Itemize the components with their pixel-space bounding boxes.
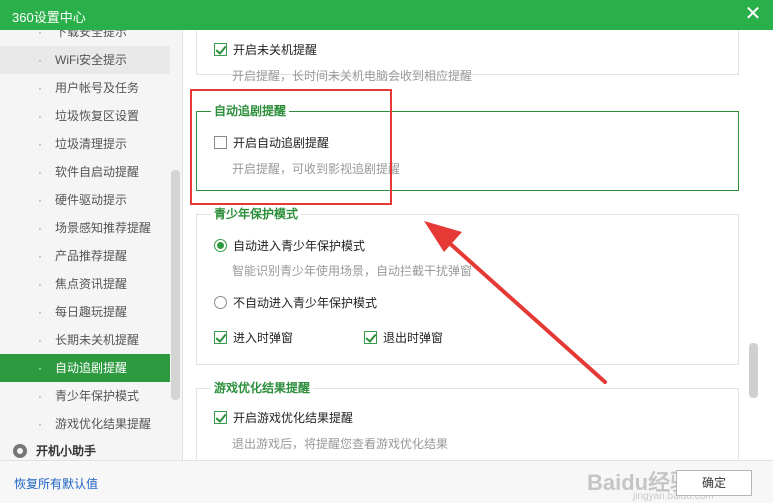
settings-panel: 开启未关机提醒 开启提醒，长时间未关机电脑会收到相应提醒 自动追剧提醒 开启自动… xyxy=(184,30,773,460)
restore-defaults-link[interactable]: 恢复所有默认值 xyxy=(14,475,98,492)
sidebar-item-game-opt[interactable]: 游戏优化结果提醒 xyxy=(0,410,170,438)
sidebar-item-download-safety[interactable]: 下载安全提示 xyxy=(0,30,170,46)
title-bar: 360设置中心 ✕ xyxy=(0,0,773,30)
shutdown-checkbox-row[interactable]: 开启未关机提醒 xyxy=(214,41,317,59)
footer-bar: 恢复所有默认值 Baidu经验 jingyan.baidu.com 确定 xyxy=(0,460,773,503)
sidebar-item-product[interactable]: 产品推荐提醒 xyxy=(0,242,170,270)
popup-enter-checkbox[interactable] xyxy=(214,331,227,344)
shutdown-checkbox-label: 开启未关机提醒 xyxy=(233,43,318,57)
sidebar-item-daily-fun[interactable]: 每日趣玩提醒 xyxy=(0,298,170,326)
sidebar-item-trash-recovery[interactable]: 垃圾恢复区设置 xyxy=(0,102,170,130)
sidebar-item-teen-mode[interactable]: 青少年保护模式 xyxy=(0,382,170,410)
sidebar-item-trash-cleanup[interactable]: 垃圾清理提示 xyxy=(0,130,170,158)
sidebar-item-wifi-safety[interactable]: WiFi安全提示 xyxy=(0,46,170,74)
auto-drama-checkbox[interactable] xyxy=(214,136,227,149)
teen-auto-desc: 智能识别青少年使用场景，自动拦截干扰弹窗 xyxy=(232,264,473,278)
sidebar-item-driver[interactable]: 硬件驱动提示 xyxy=(0,186,170,214)
shutdown-checkbox[interactable] xyxy=(214,43,227,56)
teen-auto-radio[interactable] xyxy=(214,239,227,252)
teen-auto-radio-row[interactable]: 自动进入青少年保护模式 xyxy=(214,237,365,255)
popup-enter-label: 进入时弹窗 xyxy=(233,331,294,345)
sidebar-item-scene[interactable]: 场景感知推荐提醒 xyxy=(0,214,170,242)
window-title: 360设置中心 xyxy=(12,10,86,25)
auto-drama-checkbox-row[interactable]: 开启自动追剧提醒 xyxy=(214,134,329,152)
teen-mode-title: 青少年保护模式 xyxy=(211,206,302,222)
popup-exit-checkbox[interactable] xyxy=(364,331,377,344)
game-opt-desc: 退出游戏后，将提醒您查看游戏优化结果 xyxy=(232,437,449,451)
sidebar-item-long-uptime[interactable]: 长期未关机提醒 xyxy=(0,326,170,354)
popup-enter-row[interactable]: 进入时弹窗 xyxy=(214,329,293,347)
game-opt-checkbox-label: 开启游戏优化结果提醒 xyxy=(233,411,354,425)
group-game-opt: 游戏优化结果提醒 开启游戏优化结果提醒 退出游戏后，将提醒您查看游戏优化结果 xyxy=(196,380,739,460)
sidebar-section-label: 开机小助手 xyxy=(36,444,97,458)
ok-button[interactable]: 确定 xyxy=(676,470,752,496)
main-scrollbar[interactable] xyxy=(749,343,758,398)
popup-exit-label: 退出时弹窗 xyxy=(383,331,444,345)
sidebar-item-autostart[interactable]: 软件自启动提醒 xyxy=(0,158,170,186)
sidebar-item-user-account[interactable]: 用户帐号及任务 xyxy=(0,74,170,102)
group-shutdown: 开启未关机提醒 开启提醒，长时间未关机电脑会收到相应提醒 xyxy=(196,30,739,83)
game-opt-checkbox-row[interactable]: 开启游戏优化结果提醒 xyxy=(214,409,353,427)
group-auto-drama: 自动追剧提醒 开启自动追剧提醒 开启提醒，可收到影视追剧提醒 xyxy=(196,103,739,191)
group-teen-mode: 青少年保护模式 自动进入青少年保护模式 智能识别青少年使用场景，自动拦截干扰弹窗… xyxy=(196,206,739,365)
game-opt-title: 游戏优化结果提醒 xyxy=(211,380,314,396)
popup-exit-row[interactable]: 退出时弹窗 xyxy=(364,329,443,347)
auto-drama-checkbox-label: 开启自动追剧提醒 xyxy=(233,136,330,150)
game-opt-checkbox[interactable] xyxy=(214,411,227,424)
sidebar-list: 下载安全提示 WiFi安全提示 用户帐号及任务 垃圾恢复区设置 垃圾清理提示 软… xyxy=(0,30,170,438)
sidebar-section-boot-assistant[interactable]: 开机小助手 xyxy=(0,438,170,460)
auto-drama-desc: 开启提醒，可收到影视追剧提醒 xyxy=(232,162,401,176)
sidebar-item-auto-drama[interactable]: 自动追剧提醒 xyxy=(0,354,170,382)
teen-manual-label: 不自动进入青少年保护模式 xyxy=(233,296,378,310)
sidebar: 下载安全提示 WiFi安全提示 用户帐号及任务 垃圾恢复区设置 垃圾清理提示 软… xyxy=(0,30,183,460)
teen-auto-label: 自动进入青少年保护模式 xyxy=(233,239,366,253)
sidebar-item-news[interactable]: 焦点资讯提醒 xyxy=(0,270,170,298)
close-icon[interactable]: ✕ xyxy=(743,3,763,25)
teen-manual-radio-row[interactable]: 不自动进入青少年保护模式 xyxy=(214,294,377,312)
gear-icon xyxy=(13,444,27,458)
auto-drama-title: 自动追剧提醒 xyxy=(211,103,290,119)
teen-manual-radio[interactable] xyxy=(214,296,227,309)
sidebar-scrollbar[interactable] xyxy=(171,170,180,400)
shutdown-desc: 开启提醒，长时间未关机电脑会收到相应提醒 xyxy=(232,69,473,83)
